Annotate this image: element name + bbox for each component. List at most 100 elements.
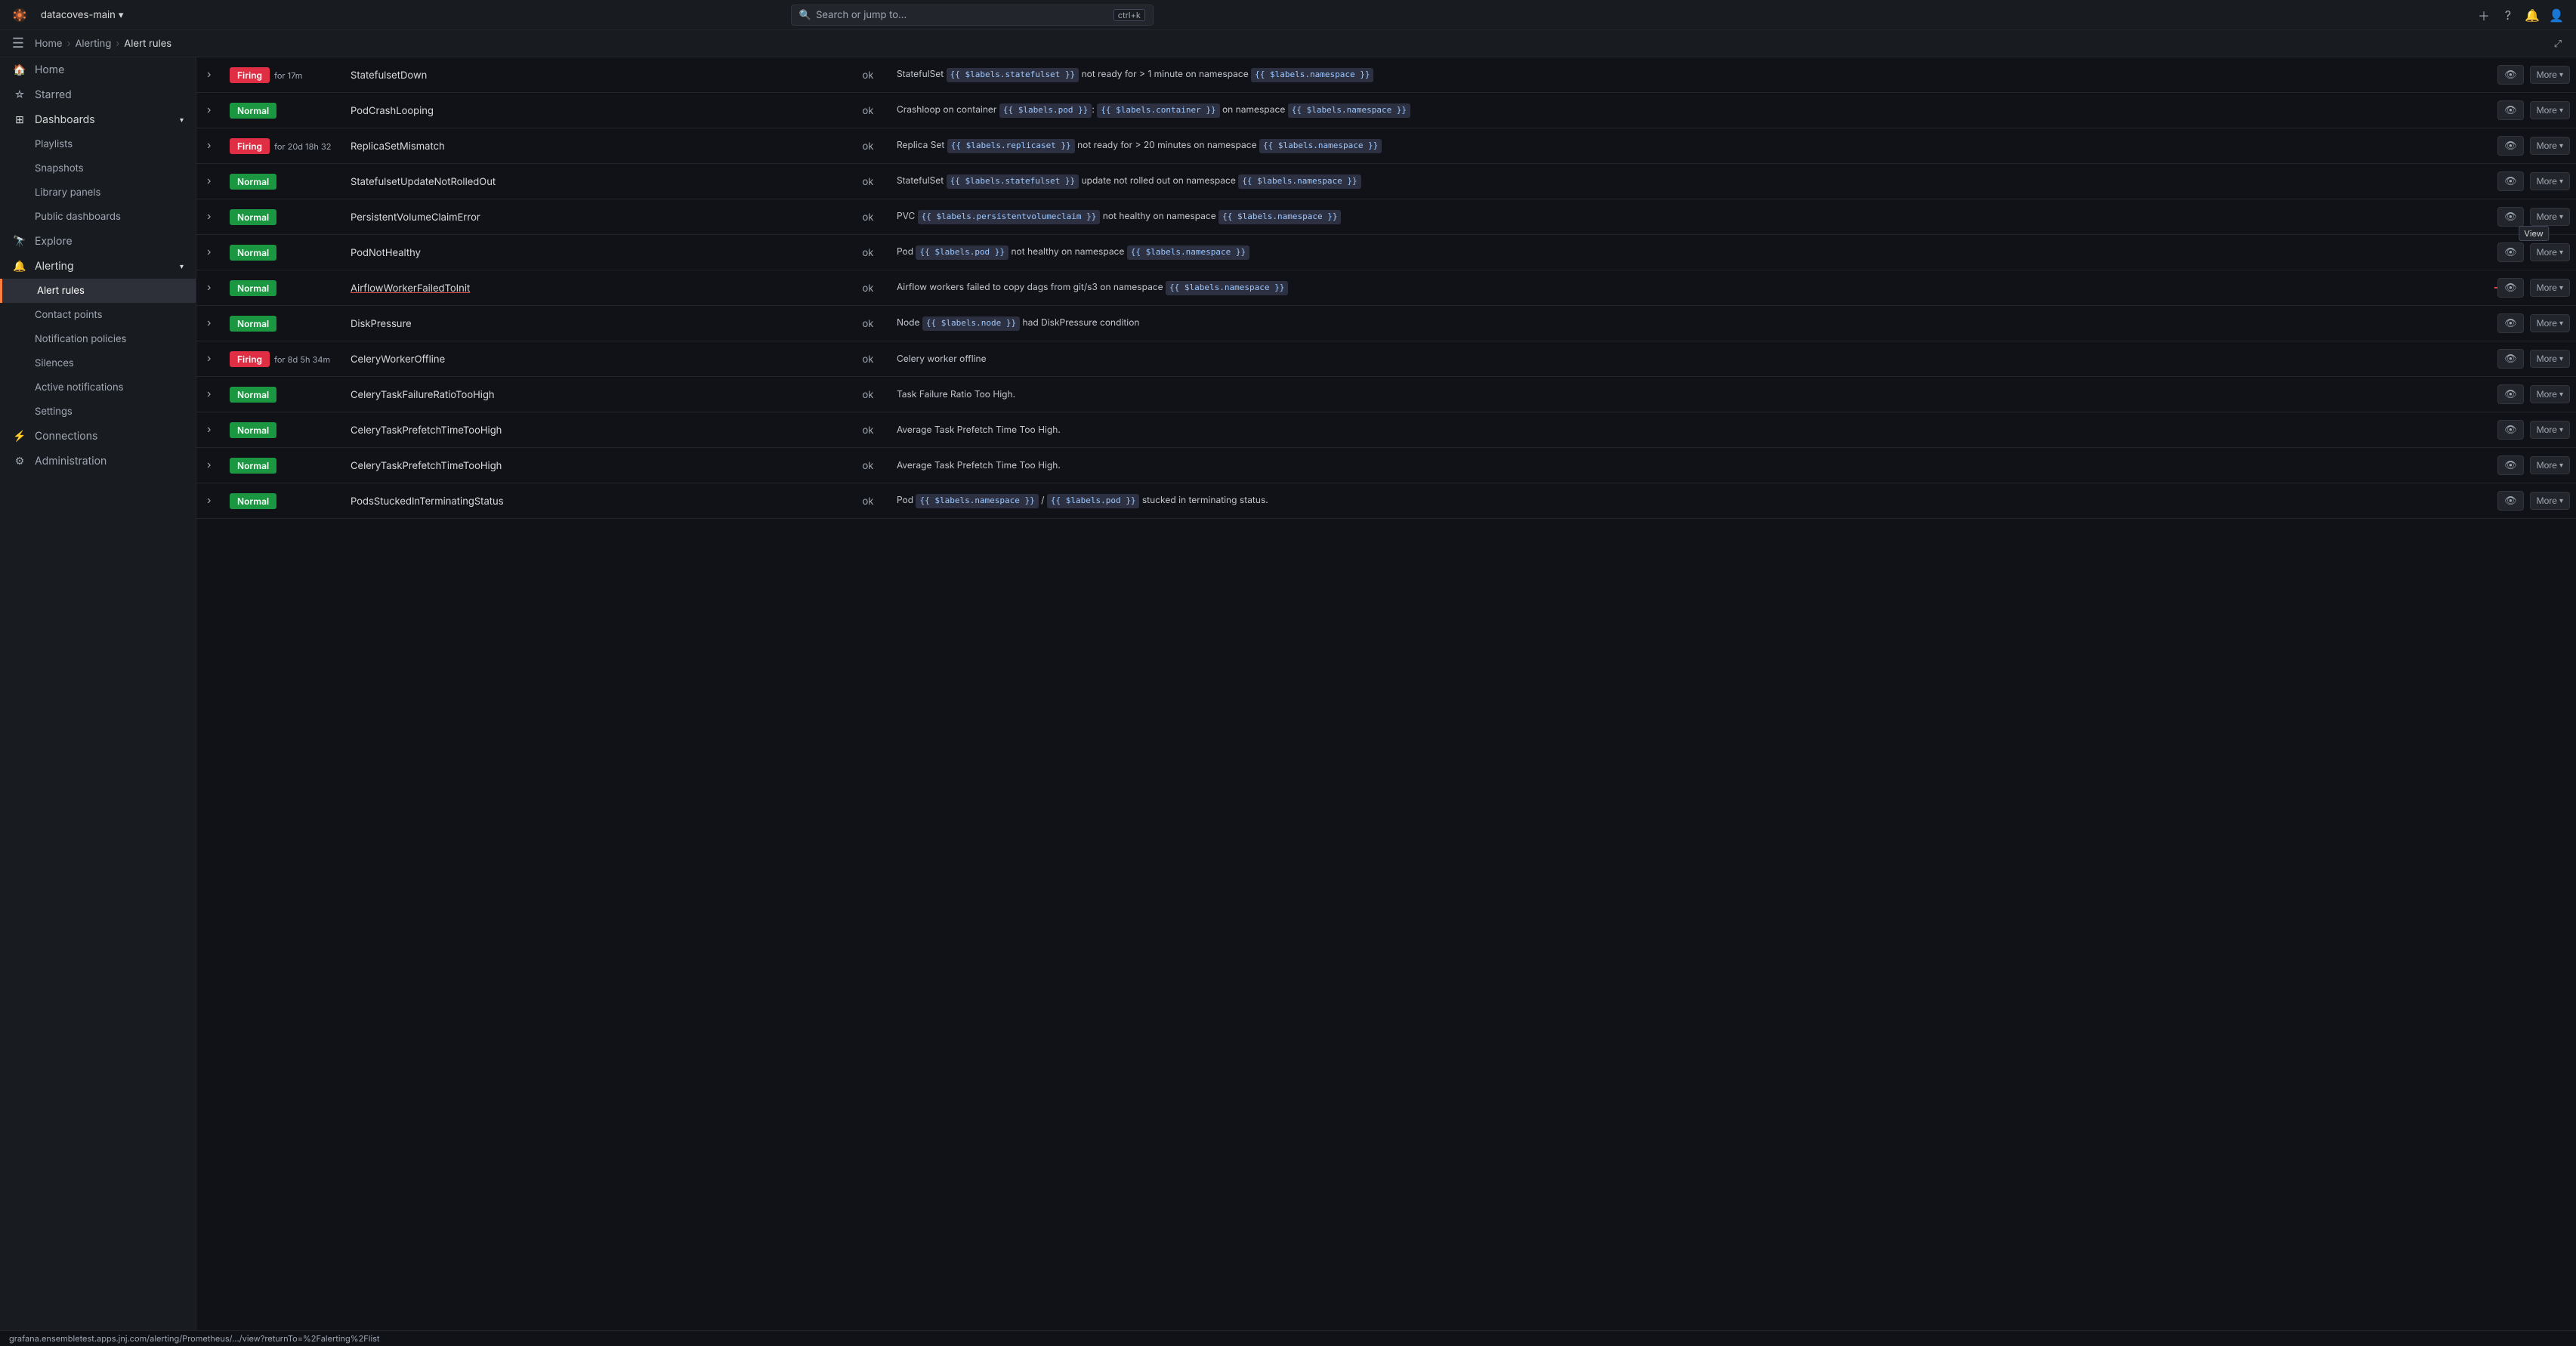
help-button[interactable]: ? xyxy=(2497,5,2519,26)
sidebar-item-dashboards[interactable]: ⊞ Dashboards ▾ xyxy=(0,107,196,132)
star-icon: ☆ xyxy=(12,88,27,101)
view-button[interactable]: 👁 xyxy=(2497,171,2524,191)
rule-name[interactable]: StatefulsetUpdateNotRolledOut xyxy=(351,176,496,188)
row-expand-button[interactable]: › xyxy=(202,208,215,225)
workspace-selector[interactable]: datacoves-main ▾ xyxy=(36,6,128,24)
more-button[interactable]: More ▾ xyxy=(2530,456,2570,474)
row-expand-button[interactable]: › xyxy=(202,350,215,367)
rule-name[interactable]: CeleryTaskPrefetchTimeTooHigh xyxy=(351,460,502,472)
row-expand-button[interactable]: › xyxy=(202,66,215,83)
rule-name[interactable]: PodCrashLooping xyxy=(351,105,434,117)
dropdown-arrow-icon: ▾ xyxy=(2559,213,2563,221)
rule-name[interactable]: StatefulsetDown xyxy=(351,69,427,82)
view-button[interactable]: 👁 xyxy=(2497,313,2524,333)
sidebar-item-alert-rules[interactable]: Alert rules xyxy=(0,279,196,303)
expand-icon[interactable]: ⤢ xyxy=(2549,35,2567,53)
grafana-logo[interactable] xyxy=(9,5,30,26)
rule-name[interactable]: ReplicaSetMismatch xyxy=(351,140,445,153)
row-expand-button[interactable]: › xyxy=(202,386,215,403)
more-button[interactable]: More ▾ xyxy=(2530,172,2570,190)
rule-name[interactable]: CeleryTaskFailureRatioTooHigh xyxy=(351,389,495,401)
sidebar-item-connections[interactable]: ⚡ Connections xyxy=(0,424,196,449)
sidebar-item-snapshots[interactable]: Snapshots xyxy=(0,156,196,181)
view-button[interactable]: 👁 xyxy=(2497,65,2524,85)
row-expand-button[interactable]: › xyxy=(202,492,215,509)
sidebar-item-silences[interactable]: Silences xyxy=(0,351,196,375)
more-button[interactable]: More ▾ xyxy=(2530,101,2570,119)
status-badge: Normal xyxy=(230,174,276,190)
breadcrumb-alerting[interactable]: Alerting xyxy=(75,38,111,50)
rule-summary: StatefulSet {{ $labels.statefulset }} up… xyxy=(897,174,2479,189)
view-button[interactable]: 👁 xyxy=(2497,491,2524,511)
row-expand-button[interactable]: › xyxy=(202,279,215,296)
sidebar-item-administration[interactable]: ⚙ Administration xyxy=(0,449,196,474)
sidebar-item-notification-policies[interactable]: Notification policies xyxy=(0,327,196,351)
row-expand-button[interactable]: › xyxy=(202,315,215,332)
rule-state: ok xyxy=(862,247,873,259)
breadcrumb-home[interactable]: Home xyxy=(35,38,62,50)
sidebar-item-label: Contact points xyxy=(35,309,184,321)
view-button[interactable]: 👁 xyxy=(2497,384,2524,404)
row-expand-button[interactable]: › xyxy=(202,421,215,438)
rule-name[interactable]: DiskPressure xyxy=(351,318,412,330)
sidebar-item-settings[interactable]: Settings xyxy=(0,400,196,424)
more-button[interactable]: More ▾ xyxy=(2530,66,2570,84)
view-button[interactable]: 👁 xyxy=(2497,242,2524,262)
more-button[interactable]: More ▾ xyxy=(2530,279,2570,297)
more-button[interactable]: More ▾ xyxy=(2530,492,2570,510)
search-bar[interactable]: 🔍 Search or jump to... ctrl+k xyxy=(791,5,1154,26)
status-badge: Normal xyxy=(230,458,276,474)
rule-state: ok xyxy=(862,318,873,330)
alerting-icon: 🔔 xyxy=(12,260,27,273)
sidebar-item-explore[interactable]: 🔭 Explore xyxy=(0,229,196,254)
rule-name[interactable]: PodNotHealthy xyxy=(351,247,421,259)
sidebar-item-label: Library panels xyxy=(35,187,184,199)
more-button[interactable]: More ▾ xyxy=(2530,137,2570,155)
row-expand-button[interactable]: › xyxy=(202,102,215,119)
rule-name[interactable]: CeleryWorkerOffline xyxy=(351,353,445,366)
row-expand-button[interactable]: › xyxy=(202,457,215,474)
notifications-button[interactable]: 🔔 xyxy=(2522,5,2543,26)
add-button[interactable]: ＋ xyxy=(2473,5,2494,26)
view-button[interactable]: 👁 xyxy=(2497,136,2524,156)
view-button[interactable]: 👁 xyxy=(2497,455,2524,475)
view-button[interactable]: 👁 xyxy=(2497,100,2524,120)
more-button[interactable]: More ▾ xyxy=(2530,350,2570,368)
table-row: ›Firingfor 17mStatefulsetDownokStatefulS… xyxy=(196,57,2576,93)
row-expand-button[interactable]: › xyxy=(202,173,215,190)
alert-rules-table: ›Firingfor 17mStatefulsetDownokStatefulS… xyxy=(196,57,2576,519)
sidebar-item-starred[interactable]: ☆ Starred xyxy=(0,82,196,107)
view-button[interactable]: 👁 xyxy=(2497,349,2524,369)
sidebar-item-contact-points[interactable]: Contact points xyxy=(0,303,196,327)
view-button[interactable]: 👁 xyxy=(2497,420,2524,440)
rule-name[interactable]: PodsStuckedInTerminatingStatus xyxy=(351,495,504,508)
more-button[interactable]: More ▾ xyxy=(2530,208,2570,226)
rule-name[interactable]: AirflowWorkerFailedToInit xyxy=(351,282,470,295)
sidebar-item-active-notifications[interactable]: Active notifications xyxy=(0,375,196,400)
rule-name[interactable]: PersistentVolumeClaimError xyxy=(351,211,480,224)
sidebar-item-library-panels[interactable]: Library panels xyxy=(0,181,196,205)
sidebar-toggle[interactable]: ☰ xyxy=(9,35,27,53)
dropdown-arrow-icon: ▾ xyxy=(2559,426,2563,434)
rule-name[interactable]: CeleryTaskPrefetchTimeTooHigh xyxy=(351,424,502,437)
sidebar-item-alerting[interactable]: 🔔 Alerting ▾ xyxy=(0,254,196,279)
user-button[interactable]: 👤 xyxy=(2546,5,2567,26)
rule-summary: Pod {{ $labels.pod }} not healthy on nam… xyxy=(897,245,2479,260)
status-url: grafana.ensembletest.apps.jnj.com/alerti… xyxy=(9,1333,380,1344)
more-button[interactable]: More ▾ xyxy=(2530,421,2570,439)
sidebar-item-playlists[interactable]: Playlists xyxy=(0,132,196,156)
more-button[interactable]: More ▾ xyxy=(2530,385,2570,403)
view-button[interactable]: 👁 xyxy=(2497,278,2524,298)
view-button[interactable]: 👁 xyxy=(2497,207,2524,227)
main-layout: 🏠 Home ☆ Starred ⊞ Dashboards ▾ Playlist… xyxy=(0,57,2576,1330)
row-expand-button[interactable]: › xyxy=(202,137,215,154)
more-button[interactable]: More ▾ xyxy=(2530,314,2570,332)
firing-duration: for 20d 18h 32 xyxy=(274,141,331,152)
row-expand-button[interactable]: › xyxy=(202,244,215,261)
status-badge: Normal xyxy=(230,209,276,225)
rule-summary: StatefulSet {{ $labels.statefulset }} no… xyxy=(897,67,2479,82)
more-button[interactable]: More ▾ xyxy=(2530,243,2570,261)
sidebar-item-home[interactable]: 🏠 Home xyxy=(0,57,196,82)
plus-icon: ＋ xyxy=(2478,6,2490,24)
sidebar-item-public-dashboards[interactable]: Public dashboards xyxy=(0,205,196,229)
